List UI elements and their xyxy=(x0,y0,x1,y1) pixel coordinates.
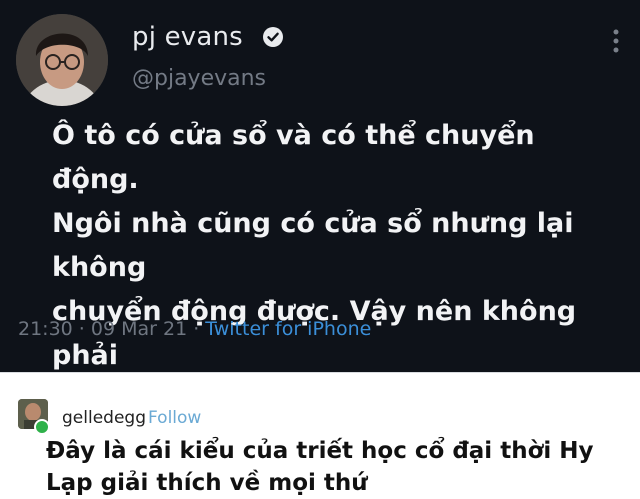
verified-badge-icon xyxy=(263,27,283,47)
follow-button[interactable]: Follow xyxy=(148,408,201,428)
tweet-author-name[interactable]: pj evans xyxy=(132,22,243,52)
tweet-meta: 21:30 · 09 Mar 21 · Twitter for iPhone xyxy=(18,318,371,340)
tweet-timestamp[interactable]: 21:30 · 09 Mar 21 · xyxy=(18,318,205,340)
tweet-card: pj evans @pjayevans Ô tô có cửa sổ và có… xyxy=(0,0,640,499)
reply-body: Đây là cái kiểu của triết học cổ đại thờ… xyxy=(46,438,594,496)
reply-section: gelledegg Follow Đây là cái kiểu của tri… xyxy=(0,372,640,499)
reply-username[interactable]: gelledegg xyxy=(62,408,146,428)
tweet-source-link[interactable]: Twitter for iPhone xyxy=(205,318,371,340)
tweet-author-handle[interactable]: @pjayevans xyxy=(132,66,266,91)
tweet-author-avatar[interactable] xyxy=(16,14,108,106)
more-vertical-icon[interactable] xyxy=(612,28,620,54)
online-badge-icon xyxy=(34,419,50,435)
